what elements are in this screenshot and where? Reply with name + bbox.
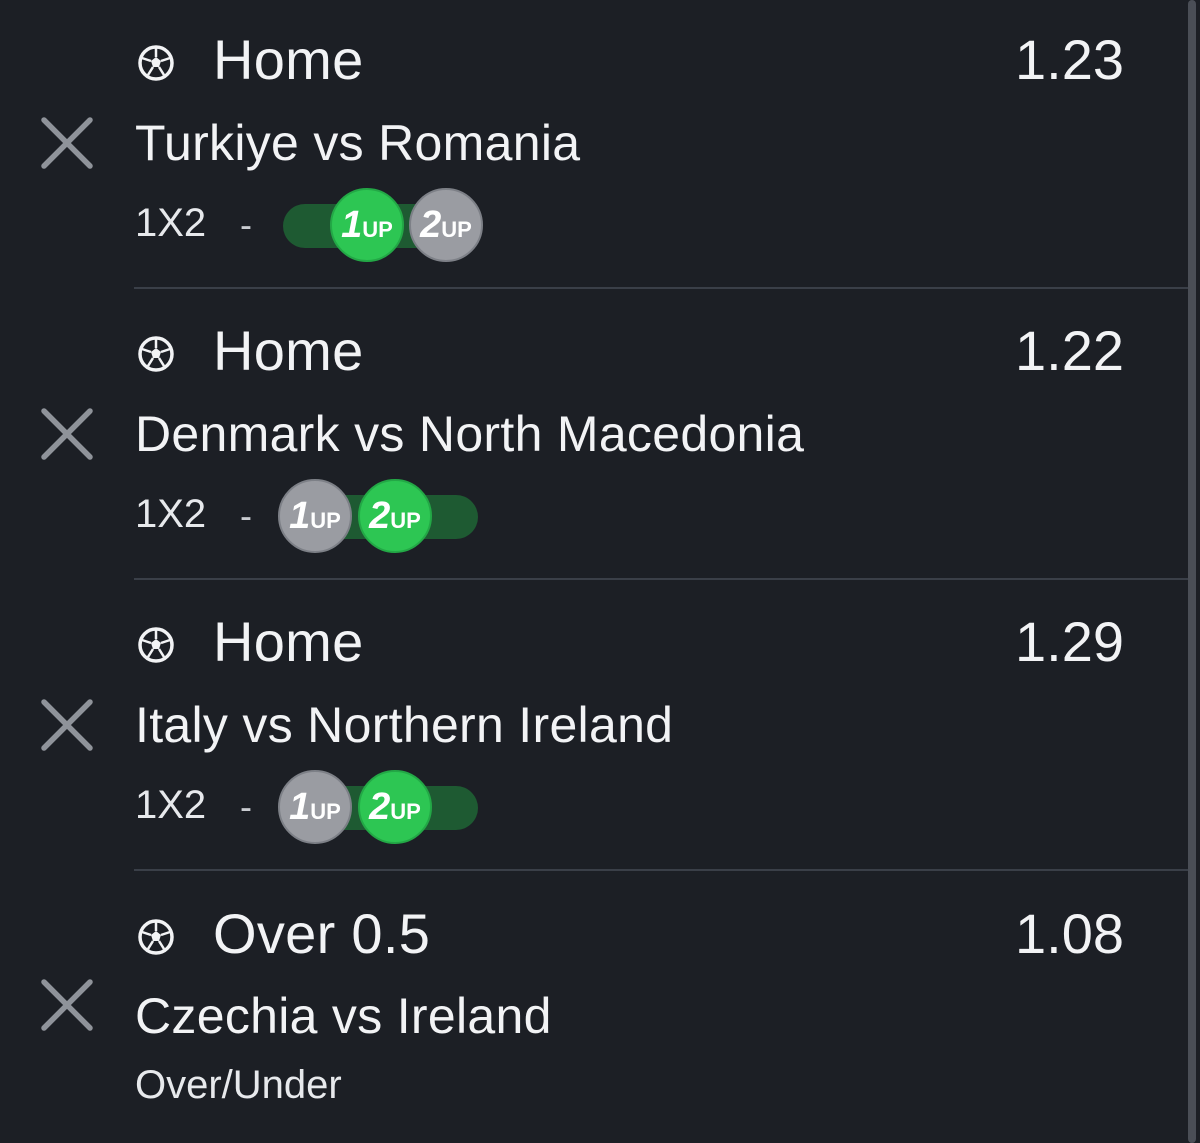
odds-value: 1.08 bbox=[1015, 902, 1124, 965]
soccer-ball-icon bbox=[137, 44, 175, 82]
bet-divider bbox=[134, 287, 1188, 289]
remove-bet-button[interactable] bbox=[40, 116, 94, 170]
scrollbar[interactable] bbox=[1188, 0, 1196, 1143]
selection-label: Over 0.5 bbox=[213, 902, 431, 965]
market-name: 1X2 bbox=[135, 492, 207, 536]
market-name: 1X2 bbox=[135, 783, 207, 827]
boost-2up-option[interactable]: 2 UP bbox=[358, 770, 432, 844]
selection-label: Home bbox=[213, 319, 364, 382]
close-icon bbox=[41, 979, 93, 1031]
boost-toggle[interactable]: 1 UP 2 UP bbox=[283, 188, 483, 264]
match-name: Denmark vs North Macedonia bbox=[135, 406, 805, 462]
soccer-ball-icon bbox=[137, 335, 175, 373]
remove-bet-button[interactable] bbox=[40, 978, 94, 1032]
bet-divider bbox=[134, 578, 1188, 580]
boost-1up-option[interactable]: 1 UP bbox=[330, 188, 404, 262]
boost-1up-option[interactable]: 1 UP bbox=[278, 479, 352, 553]
market-name: Over/Under bbox=[135, 1063, 342, 1107]
market-name: 1X2 bbox=[135, 201, 207, 245]
market-separator: - bbox=[240, 204, 252, 245]
soccer-ball-icon bbox=[137, 918, 175, 956]
match-name: Italy vs Northern Ireland bbox=[135, 697, 674, 753]
bet-divider bbox=[134, 869, 1188, 871]
soccer-ball-icon bbox=[137, 626, 175, 664]
remove-bet-button[interactable] bbox=[40, 698, 94, 752]
boost-2up-option[interactable]: 2 UP bbox=[358, 479, 432, 553]
remove-bet-button[interactable] bbox=[40, 407, 94, 461]
odds-value: 1.23 bbox=[1015, 28, 1124, 91]
selection-label: Home bbox=[213, 610, 364, 673]
match-name: Turkiye vs Romania bbox=[135, 115, 581, 171]
odds-value: 1.29 bbox=[1015, 610, 1124, 673]
close-icon bbox=[41, 408, 93, 460]
boost-2up-option[interactable]: 2 UP bbox=[409, 188, 483, 262]
close-icon bbox=[41, 117, 93, 169]
boost-toggle[interactable]: 1 UP 2 UP bbox=[278, 770, 483, 846]
close-icon bbox=[41, 699, 93, 751]
market-separator: - bbox=[240, 786, 252, 827]
match-name: Czechia vs Ireland bbox=[135, 988, 552, 1044]
market-separator: - bbox=[240, 495, 252, 536]
boost-toggle[interactable]: 1 UP 2 UP bbox=[278, 479, 483, 555]
odds-value: 1.22 bbox=[1015, 319, 1124, 382]
boost-1up-option[interactable]: 1 UP bbox=[278, 770, 352, 844]
selection-label: Home bbox=[213, 28, 364, 91]
